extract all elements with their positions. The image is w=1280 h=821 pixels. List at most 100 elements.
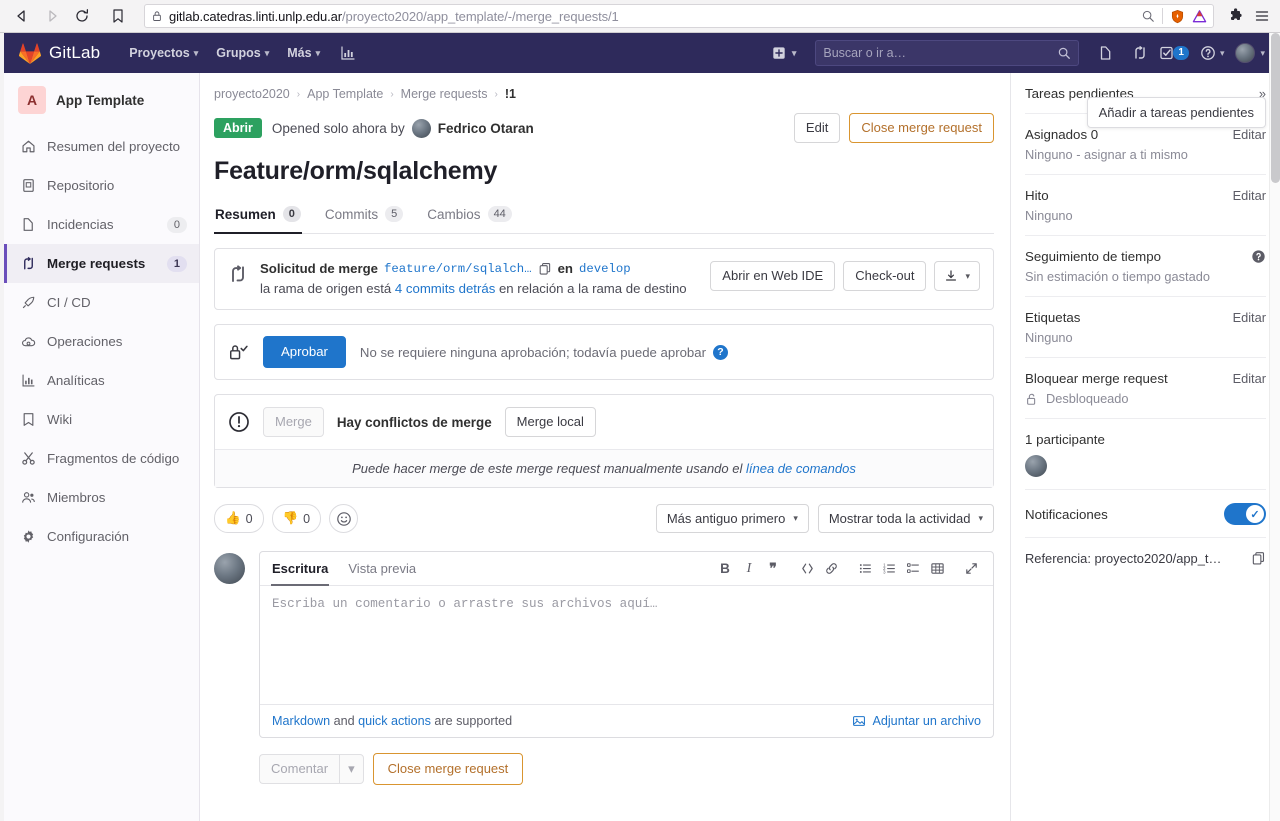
lock-edit-link[interactable]: Editar bbox=[1233, 371, 1266, 386]
activity-filter-dropdown[interactable]: Mostrar toda la actividad ▾ bbox=[817, 504, 994, 533]
topnav-grupos[interactable]: Grupos ▾ bbox=[207, 40, 278, 66]
help-circle-icon[interactable] bbox=[1251, 249, 1266, 264]
topnav-mas[interactable]: Más ▾ bbox=[278, 40, 329, 66]
merge-request-header-actions: Edit Close merge request bbox=[793, 113, 994, 143]
download-dropdown-button[interactable]: ▾ bbox=[934, 261, 980, 291]
triangle-warning-icon[interactable] bbox=[1192, 9, 1207, 24]
participants-title: 1 participante bbox=[1025, 432, 1105, 447]
search-minus-icon[interactable] bbox=[1141, 9, 1155, 23]
shield-icon[interactable] bbox=[1170, 9, 1185, 24]
close-merge-request-button[interactable]: Close merge request bbox=[849, 113, 994, 143]
target-branch-name[interactable]: develop bbox=[579, 262, 631, 276]
search-input[interactable]: Buscar o ir a… bbox=[815, 40, 1080, 66]
add-reaction-button[interactable] bbox=[329, 504, 359, 533]
breadcrumb-item-merge-requests[interactable]: Merge requests bbox=[401, 87, 488, 101]
merge-local-button[interactable]: Merge local bbox=[504, 407, 596, 437]
bold-icon[interactable]: B bbox=[714, 558, 736, 580]
tab-cambios[interactable]: Cambios 44 bbox=[426, 200, 513, 233]
participant-avatar[interactable] bbox=[1025, 455, 1047, 477]
tab-commits[interactable]: Commits 5 bbox=[324, 200, 404, 233]
comment-input[interactable]: Escriba un comentario o arrastre sus arc… bbox=[260, 586, 993, 704]
thumbs-up-button[interactable]: 👍 0 bbox=[214, 504, 264, 533]
sidebar-item-ci-cd[interactable]: CI / CD bbox=[4, 283, 199, 322]
sidebar-item-incidencias[interactable]: Incidencias 0 bbox=[4, 205, 199, 244]
sidebar-item-analiticas[interactable]: Analíticas bbox=[4, 361, 199, 400]
topnav-analytics-button[interactable] bbox=[333, 39, 363, 67]
hamburger-menu-icon[interactable] bbox=[1254, 8, 1270, 24]
url-bar[interactable]: gitlab.catedras.linti.unlp.edu.ar/proyec… bbox=[144, 4, 1214, 28]
assignees-edit-link[interactable]: Editar bbox=[1233, 127, 1266, 142]
sidebar-item-repositorio[interactable]: Repositorio bbox=[4, 166, 199, 205]
breadcrumb-item-group[interactable]: proyecto2020 bbox=[214, 87, 290, 101]
open-web-ide-button[interactable]: Abrir en Web IDE bbox=[710, 261, 836, 291]
commits-behind-link[interactable]: 4 commits detrás bbox=[395, 281, 495, 296]
code-icon[interactable] bbox=[796, 558, 818, 580]
labels-edit-link[interactable]: Editar bbox=[1233, 310, 1266, 325]
scrollbar-thumb[interactable] bbox=[1271, 33, 1280, 183]
sidebar-item-wiki[interactable]: Wiki bbox=[4, 400, 199, 439]
new-item-button[interactable]: ▾ bbox=[763, 40, 806, 66]
sidebar-item-merge-requests[interactable]: Merge requests 1 bbox=[4, 244, 199, 283]
copy-clipboard-icon[interactable] bbox=[538, 262, 552, 276]
copy-clipboard-icon[interactable] bbox=[1251, 551, 1266, 566]
thumbs-down-button[interactable]: 👎 0 bbox=[271, 504, 322, 533]
help-circle-icon[interactable]: ? bbox=[712, 344, 728, 360]
sidebar-project-header[interactable]: A App Template bbox=[4, 73, 199, 127]
assignees-value[interactable]: Ninguno - asignar a ti mismo bbox=[1025, 147, 1266, 162]
table-icon[interactable] bbox=[926, 558, 948, 580]
sidebar-item-count: 0 bbox=[166, 216, 187, 233]
italic-icon[interactable]: I bbox=[738, 558, 760, 580]
gitlab-home-link[interactable]: GitLab bbox=[18, 42, 100, 65]
numbered-list-icon[interactable]: 123 bbox=[878, 558, 900, 580]
sidebar-item-miembros[interactable]: Miembros bbox=[4, 478, 199, 517]
tab-escritura[interactable]: Escritura bbox=[271, 553, 330, 586]
back-button[interactable] bbox=[8, 3, 36, 29]
forward-button[interactable] bbox=[38, 3, 66, 29]
fullscreen-icon[interactable] bbox=[960, 558, 982, 580]
topnav-issues-button[interactable] bbox=[1091, 39, 1121, 67]
into-label: en bbox=[557, 261, 573, 276]
sidebar-item-label: Analíticas bbox=[47, 373, 105, 388]
command-line-link[interactable]: línea de comandos bbox=[746, 461, 856, 476]
task-list-icon[interactable] bbox=[902, 558, 924, 580]
milestone-edit-link[interactable]: Editar bbox=[1233, 188, 1266, 203]
comentar-button[interactable]: Comentar bbox=[259, 754, 340, 784]
source-branch-name[interactable]: feature/orm/sqlalch… bbox=[384, 262, 532, 276]
markdown-link[interactable]: Markdown bbox=[272, 714, 330, 728]
breadcrumb-separator: › bbox=[296, 88, 301, 100]
approve-button[interactable]: Aprobar bbox=[263, 336, 346, 368]
quote-icon[interactable]: ❞ bbox=[762, 558, 784, 580]
close-merge-request-button-bottom[interactable]: Close merge request bbox=[372, 753, 524, 785]
notifications-toggle[interactable]: ✓ bbox=[1224, 503, 1266, 525]
bulleted-list-icon[interactable] bbox=[854, 558, 876, 580]
sidebar-item-fragmentos-de-codigo[interactable]: Fragmentos de código bbox=[4, 439, 199, 478]
sidebar-item-operaciones[interactable]: Operaciones bbox=[4, 322, 199, 361]
quick-actions-link[interactable]: quick actions bbox=[358, 714, 431, 728]
topnav-help-button[interactable]: ▾ bbox=[1196, 39, 1229, 67]
topnav-user-menu[interactable]: ▾ bbox=[1232, 39, 1268, 67]
merge-button[interactable]: Merge bbox=[263, 407, 324, 437]
breadcrumb-item-project[interactable]: App Template bbox=[307, 87, 383, 101]
checkout-button[interactable]: Check-out bbox=[843, 261, 927, 291]
link-icon[interactable] bbox=[820, 558, 842, 580]
author-name[interactable]: Fedrico Otaran bbox=[438, 121, 534, 136]
topnav-proyectos[interactable]: Proyectos ▾ bbox=[120, 40, 207, 66]
sidebar-item-configuracion[interactable]: Configuración bbox=[4, 517, 199, 556]
topnav-todos-button[interactable]: 1 bbox=[1159, 39, 1192, 67]
tab-vista-previa[interactable]: Vista previa bbox=[347, 553, 417, 585]
add-todo-tooltip[interactable]: Añadir a tareas pendientes bbox=[1086, 97, 1266, 128]
comentar-dropdown-button[interactable]: ▾ bbox=[339, 754, 364, 784]
topnav-merge-requests-button[interactable] bbox=[1125, 39, 1155, 67]
image-attach-icon bbox=[852, 714, 866, 728]
opened-label: Opened solo ahora by bbox=[271, 120, 405, 136]
bookmark-button[interactable] bbox=[104, 3, 132, 29]
edit-button[interactable]: Edit bbox=[793, 113, 841, 143]
sort-order-dropdown[interactable]: Más antiguo primero ▾ bbox=[655, 504, 809, 533]
url-text: gitlab.catedras.linti.unlp.edu.ar/proyec… bbox=[169, 9, 1135, 24]
puzzle-icon[interactable] bbox=[1228, 8, 1244, 24]
tab-resumen[interactable]: Resumen 0 bbox=[214, 200, 302, 234]
page-scrollbar[interactable] bbox=[1269, 33, 1280, 821]
sidebar-item-resumen-del-proyecto[interactable]: Resumen del proyecto bbox=[4, 127, 199, 166]
attach-file-button[interactable]: Adjuntar un archivo bbox=[852, 714, 981, 728]
reload-button[interactable] bbox=[68, 3, 96, 29]
